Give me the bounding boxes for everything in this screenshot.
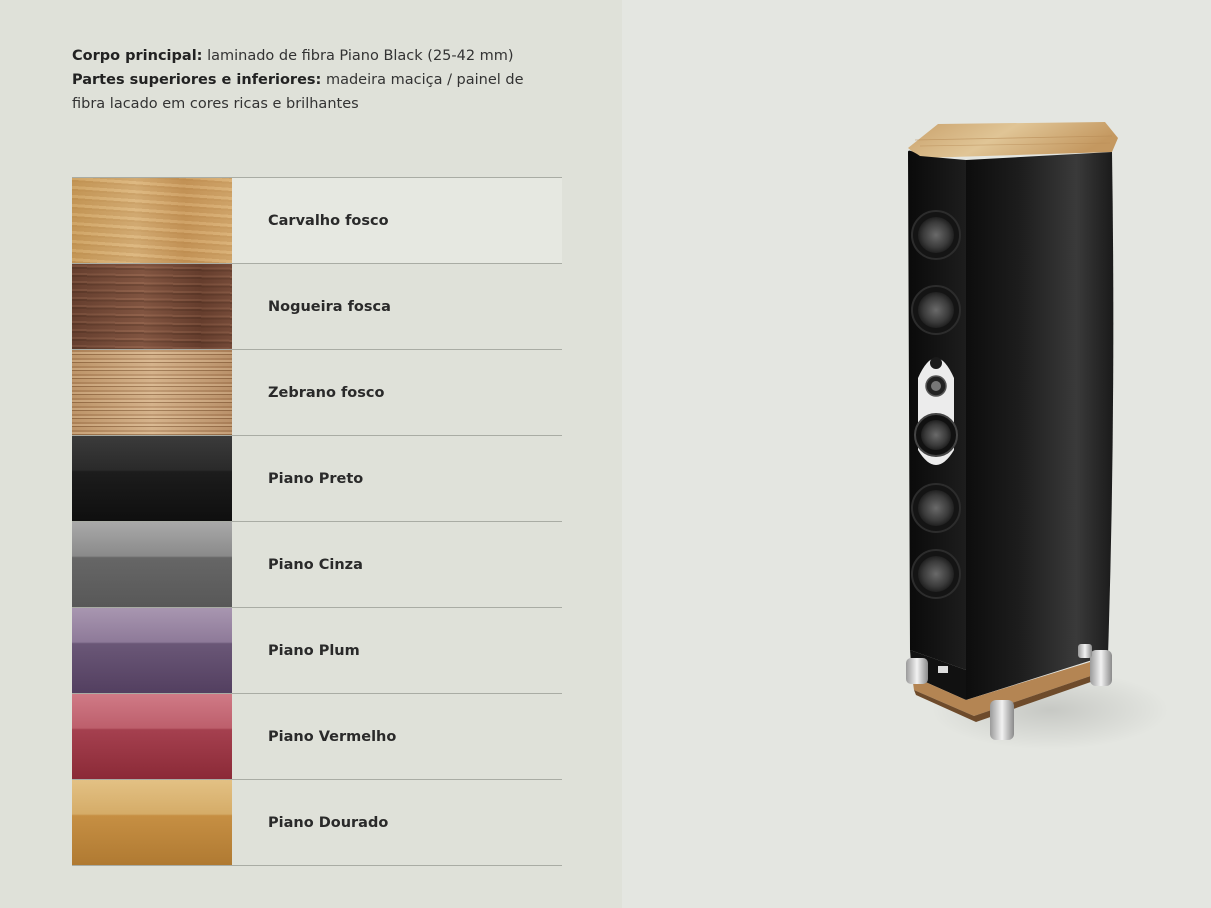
spec-main-body-value: laminado de fibra Piano Black (25-42 mm) bbox=[202, 48, 514, 64]
finish-option-piano-preto[interactable]: Piano Preto bbox=[72, 436, 562, 522]
gold-swatch bbox=[72, 780, 232, 865]
spec-top-bottom-label: Partes superiores e inferiores: bbox=[72, 72, 322, 88]
finish-label: Piano Dourado bbox=[268, 814, 389, 831]
plum-swatch bbox=[72, 608, 232, 693]
finish-label: Carvalho fosco bbox=[268, 212, 389, 229]
finish-label: Nogueira fosca bbox=[268, 298, 391, 315]
finish-option-piano-vermelho[interactable]: Piano Vermelho bbox=[72, 694, 562, 780]
black-swatch bbox=[72, 436, 232, 521]
finish-label: Piano Vermelho bbox=[268, 728, 397, 745]
oak-swatch bbox=[72, 178, 232, 263]
finish-option-piano-plum[interactable]: Piano Plum bbox=[72, 608, 562, 694]
red-swatch bbox=[72, 694, 232, 779]
finish-option-piano-dourado[interactable]: Piano Dourado bbox=[72, 780, 562, 866]
oak-top-cap bbox=[908, 122, 1118, 158]
spec-top-bottom: Partes superiores e inferiores: madeira … bbox=[72, 68, 542, 116]
spec-main-body: Corpo principal: laminado de fibra Piano… bbox=[72, 44, 542, 68]
finish-label: Zebrano fosco bbox=[268, 384, 385, 401]
gray-swatch bbox=[72, 522, 232, 607]
finish-option-nogueira[interactable]: Nogueira fosca bbox=[72, 264, 562, 350]
finish-option-zebrano[interactable]: Zebrano fosco bbox=[72, 350, 562, 436]
finish-option-carvalho[interactable]: Carvalho fosco bbox=[72, 178, 562, 264]
material-specs: Corpo principal: laminado de fibra Piano… bbox=[72, 44, 542, 116]
speaker-image bbox=[906, 122, 1118, 740]
finish-label: Piano Cinza bbox=[268, 556, 363, 573]
finish-option-piano-cinza[interactable]: Piano Cinza bbox=[72, 522, 562, 608]
walnut-swatch bbox=[72, 264, 232, 349]
spec-main-body-label: Corpo principal: bbox=[72, 48, 203, 64]
finish-label: Piano Preto bbox=[268, 470, 364, 487]
zebrano-swatch bbox=[72, 350, 232, 435]
finish-label: Piano Plum bbox=[268, 642, 360, 659]
finish-list: Carvalho fosco Nogueira fosca Zebrano fo… bbox=[72, 177, 562, 866]
